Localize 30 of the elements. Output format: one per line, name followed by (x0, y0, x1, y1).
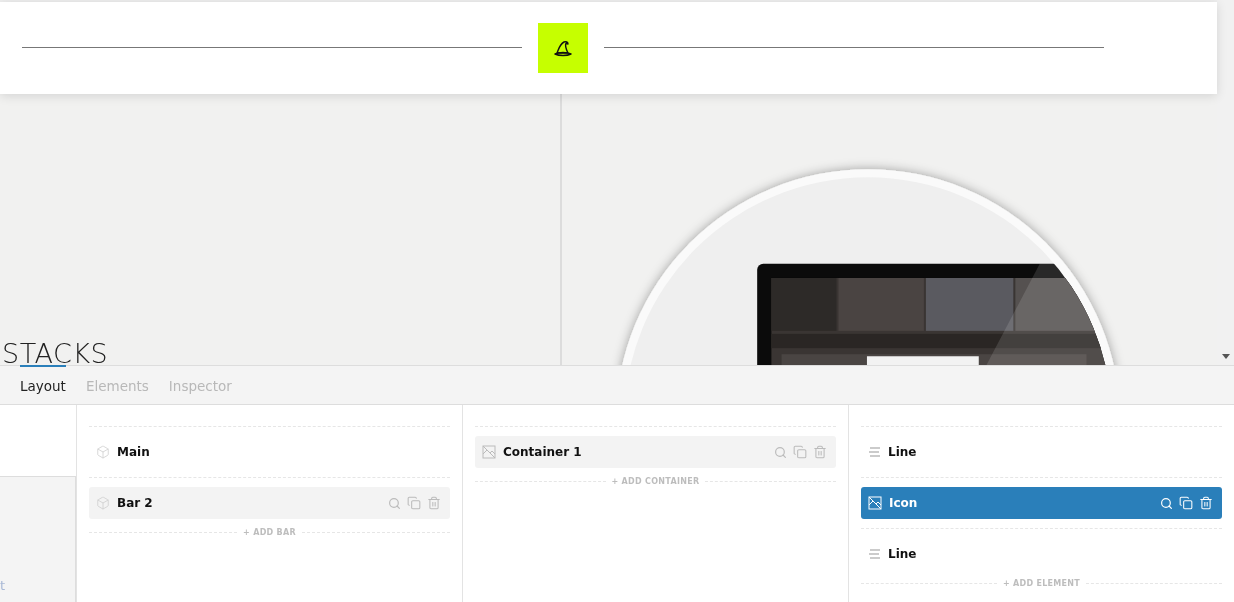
search-icon[interactable] (1160, 496, 1173, 510)
lines-icon (868, 548, 881, 560)
item-label: Line (888, 445, 918, 459)
tab[interactable]: Layout (20, 365, 66, 404)
item-label: Main (117, 445, 151, 459)
scroll-down-icon[interactable] (1221, 354, 1230, 359)
side-text: t (0, 578, 6, 593)
trash-icon[interactable] (1199, 496, 1213, 510)
item-label: Icon (889, 496, 919, 510)
copy-icon[interactable] (1179, 496, 1193, 510)
image-icon (482, 445, 496, 459)
copy-icon[interactable] (407, 496, 421, 510)
cube-icon (96, 496, 110, 510)
copy-icon[interactable] (793, 445, 807, 459)
lines-icon (868, 446, 881, 458)
layout-item[interactable]: Bar 2 (89, 487, 450, 519)
item-label: Container 1 (503, 445, 583, 459)
item-label: Bar 2 (117, 496, 154, 510)
search-icon[interactable] (388, 496, 401, 510)
cube-icon (96, 445, 110, 459)
layout-item[interactable]: Main (89, 436, 450, 468)
layout-item[interactable]: Line (861, 436, 1222, 468)
layout-item[interactable]: Line (861, 538, 1222, 570)
canvas-heading: STACKS (1, 340, 109, 365)
layout-item[interactable]: Icon (861, 487, 1222, 519)
search-icon[interactable] (774, 445, 787, 459)
image-icon (868, 496, 882, 510)
wizard-hat-icon (553, 38, 573, 57)
layout-item[interactable]: Container 1 (475, 436, 836, 468)
item-label: Line (888, 547, 918, 561)
